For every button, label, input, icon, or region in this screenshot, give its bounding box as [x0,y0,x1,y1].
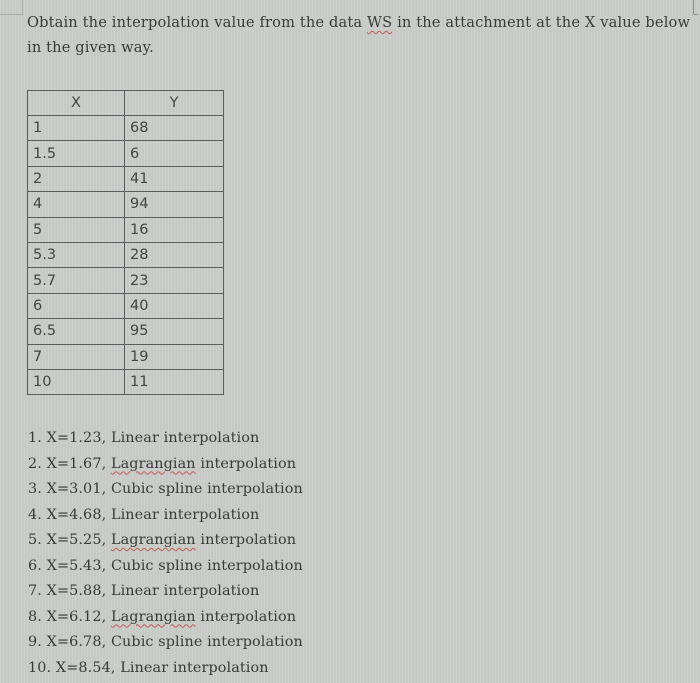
cell-x: 5 [27,216,125,243]
task-x-value: X=1.67, [46,455,107,472]
task-item: 1. X=1.23, Linear interpolation [28,426,303,452]
task-item: 10. X=8.54, Linear interpolation [28,656,303,682]
task-method-suffix: interpolation [207,634,303,650]
task-number: 9. [28,634,42,650]
task-item: 4. X=4.68, Linear interpolation [28,503,303,529]
task-method-suffix: interpolation [172,659,269,676]
prompt-text-start: Obtain the interpolation value from the … [27,14,367,31]
task-x-value: X=6.78, [46,634,107,650]
task-method-suffix: interpolation [163,430,260,446]
table-row: 10 11 [27,368,224,396]
task-method-suffix: interpolation [163,583,260,599]
task-method: Cubic spline [110,557,203,574]
cell-x: 10 [27,368,125,396]
task-method-suffix: interpolation [200,455,297,472]
task-number: 7. [28,583,42,599]
cell-y: 95 [124,318,224,345]
task-x-value: X=5.88, [46,583,107,599]
task-method: Linear [120,659,169,676]
task-item: 2. X=1.67, Lagrangian interpolation [28,452,303,478]
table-header-row: X Y [27,90,224,116]
task-number: 4. [28,506,42,523]
task-x-value: X=5.43, [46,557,107,574]
cell-x: 2 [27,165,125,193]
table-row: 1.5 6 [27,140,224,167]
table-row: 6 40 [27,292,224,320]
task-method: Cubic spline [110,481,203,497]
cell-x: 5.7 [27,267,125,294]
cell-y: 11 [124,368,224,396]
problem-statement: Obtain the interpolation value from the … [27,10,699,60]
cell-y: 68 [124,114,224,142]
task-item: 8. X=6.12, Lagrangian interpolation [28,605,303,631]
task-x-value: X=1.23, [46,430,107,446]
table-row: 7 19 [27,343,224,370]
task-item: 7. X=5.88, Linear interpolation [28,579,303,605]
task-method: Linear [110,430,159,446]
task-method-suffix: interpolation [207,481,303,497]
cell-y: 16 [124,216,224,243]
task-number: 10. [28,659,52,676]
cell-x: 7 [27,343,125,370]
task-method: Lagrangian [110,455,196,472]
task-method: Lagrangian [110,532,196,548]
task-number: 3. [28,481,42,497]
task-method: Linear [110,506,159,523]
table-row: 4 94 [27,191,224,218]
page-corner-mark [0,0,23,15]
table-row: 5 16 [27,216,224,243]
cell-x: 1 [27,114,125,142]
task-item: 5. X=5.25, Lagrangian interpolation [28,528,303,554]
task-number: 6. [28,557,42,574]
task-list: 1. X=1.23, Linear interpolation 2. X=1.67… [28,426,303,681]
task-x-value: X=6.12, [46,608,107,625]
cell-y: 28 [124,241,224,269]
cell-y: 94 [124,191,224,218]
table-row: 1 68 [27,114,224,142]
data-table: X Y 1 68 1.5 6 2 41 4 94 5 16 5.3 28 5.7 23 6 40 6.5 95 7 1… [27,90,224,396]
task-number: 2. [28,455,42,472]
column-header-y: Y [124,90,224,116]
task-number: 8. [28,608,42,625]
cell-y: 23 [124,267,224,294]
task-method: Linear [110,583,159,599]
table-row: 5.7 23 [27,267,224,294]
task-item: 3. X=3.01, Cubic spline interpolation [28,477,303,503]
table-row: 2 41 [27,165,224,193]
task-method-suffix: interpolation [200,532,297,548]
task-item: 6. X=5.43, Cubic spline interpolation [28,554,303,580]
task-method-suffix: interpolation [200,608,297,625]
task-item: 9. X=6.78, Cubic spline interpolation [28,630,303,656]
table-body: 1 68 1.5 6 2 41 4 94 5 16 5.3 28 5.7 23 6 40 6.5 95 7 19 10 1… [27,114,224,396]
table-row: 6.5 95 [27,318,224,345]
cell-y: 6 [124,140,224,167]
task-method: Cubic spline [110,634,203,650]
task-method-suffix: interpolation [163,506,260,523]
column-header-x: X [27,90,125,116]
task-x-value: X=4.68, [46,506,107,523]
task-x-value: X=5.25, [46,532,107,548]
task-number: 5. [28,532,42,548]
cell-x: 1.5 [27,140,125,167]
ws-word-spellcheck: WS [366,14,393,31]
cell-x: 5.3 [27,241,125,269]
task-method: Lagrangian [110,608,196,625]
cell-x: 4 [27,191,125,218]
table-row: 5.3 28 [27,241,224,269]
task-method-suffix: interpolation [207,557,303,574]
task-x-value: X=8.54, [55,659,116,676]
cell-y: 41 [124,165,224,193]
cell-x: 6 [27,292,125,320]
task-x-value: X=3.01, [46,481,107,497]
cell-y: 40 [124,292,224,320]
cell-x: 6.5 [27,318,125,345]
task-number: 1. [28,430,42,446]
cell-y: 19 [124,343,224,370]
